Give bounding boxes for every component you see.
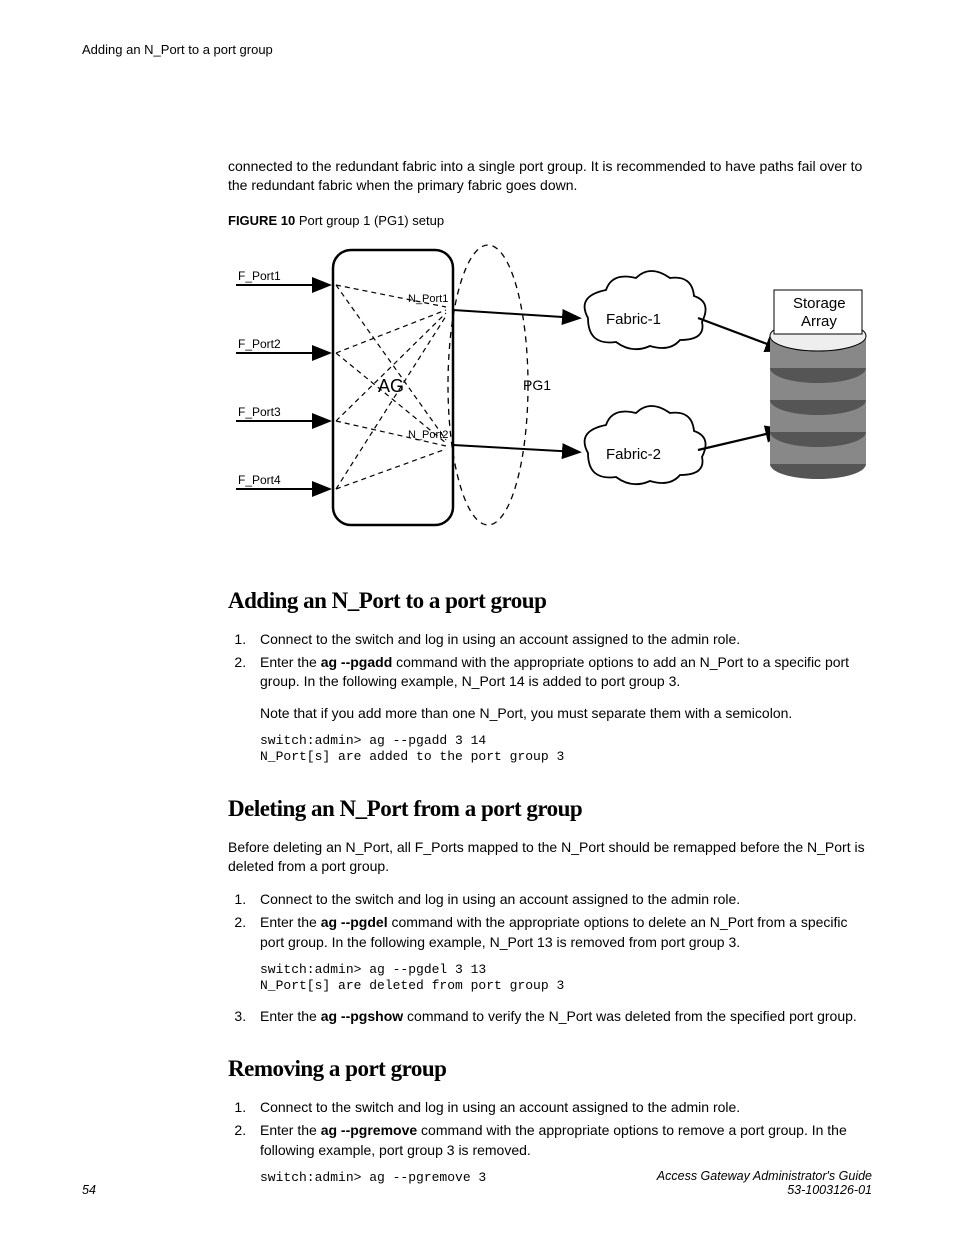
rem-step-2-cmd: ag --pgremove (321, 1122, 417, 1138)
figure-caption: FIGURE 10 Port group 1 (PG1) setup (228, 213, 872, 228)
fport3-label: F_Port3 (238, 405, 281, 419)
nport2-label: N_Port2 (408, 429, 448, 441)
rem-step-1: Connect to the switch and log in using a… (250, 1098, 872, 1117)
section-rem-title: Removing a port group (228, 1056, 872, 1082)
add-step-2-pre: Enter the (260, 654, 321, 670)
del-step-3-cmd: ag --pgshow (321, 1008, 403, 1024)
rem-step-1-text: Connect to the switch and log in using a… (260, 1099, 740, 1115)
add-step-2-note: Note that if you add more than one N_Por… (260, 704, 872, 723)
del-step-1-text: Connect to the switch and log in using a… (260, 891, 740, 907)
footer-docnum: 53-1003126-01 (657, 1183, 872, 1197)
storage-label-1: Storage (793, 295, 846, 312)
pg1-label: PG1 (523, 377, 551, 393)
del-step-2-cmd: ag --pgdel (321, 914, 388, 930)
add-step-2: Enter the ag --pgadd command with the ap… (250, 653, 872, 765)
del-step-3-pre: Enter the (260, 1008, 321, 1024)
fabric1-label: Fabric-1 (606, 311, 661, 328)
rem-step-2-pre: Enter the (260, 1122, 321, 1138)
add-step-1: Connect to the switch and log in using a… (250, 630, 872, 649)
fabric2-cloud: Fabric-2 (585, 406, 706, 484)
fabric1-cloud: Fabric-1 (585, 271, 706, 349)
fport1-label: F_Port1 (238, 269, 281, 283)
section-del-title: Deleting an N_Port from a port group (228, 796, 872, 822)
ag-label: AG (378, 376, 404, 396)
add-step-2-cmd: ag --pgadd (321, 654, 393, 670)
del-step-2: Enter the ag --pgdel command with the ap… (250, 913, 872, 994)
nport1-label: N_Port1 (408, 293, 448, 305)
figure-label: FIGURE 10 (228, 213, 295, 228)
del-step-1: Connect to the switch and log in using a… (250, 890, 872, 909)
add-step-1-text: Connect to the switch and log in using a… (260, 631, 740, 647)
fabric2-label: Fabric-2 (606, 446, 661, 463)
del-step-3-post: command to verify the N_Port was deleted… (403, 1008, 857, 1024)
footer-title: Access Gateway Administrator's Guide (657, 1169, 872, 1183)
fport2-label: F_Port2 (238, 337, 281, 351)
page-number: 54 (82, 1183, 96, 1197)
del-step-3: Enter the ag --pgshow command to verify … (250, 1007, 872, 1026)
fport4-label: F_Port4 (238, 473, 281, 487)
figure-diagram: F_Port1 F_Port2 F_Port3 F_Port4 AG (228, 240, 872, 533)
storage-label-2: Array (801, 313, 837, 330)
page-header: Adding an N_Port to a port group (82, 42, 872, 57)
page-footer: 54 Access Gateway Administrator's Guide … (82, 1169, 872, 1197)
del-code: switch:admin> ag --pgdel 3 13 N_Port[s] … (260, 962, 872, 995)
del-step-2-pre: Enter the (260, 914, 321, 930)
intro-paragraph: connected to the redundant fabric into a… (228, 157, 872, 195)
figure-caption-text: Port group 1 (PG1) setup (299, 213, 444, 228)
del-prelude: Before deleting an N_Port, all F_Ports m… (228, 838, 872, 877)
add-code: switch:admin> ag --pgadd 3 14 N_Port[s] … (260, 733, 872, 766)
section-add-title: Adding an N_Port to a port group (228, 588, 872, 614)
storage-array-icon: Storage Array (770, 290, 866, 479)
